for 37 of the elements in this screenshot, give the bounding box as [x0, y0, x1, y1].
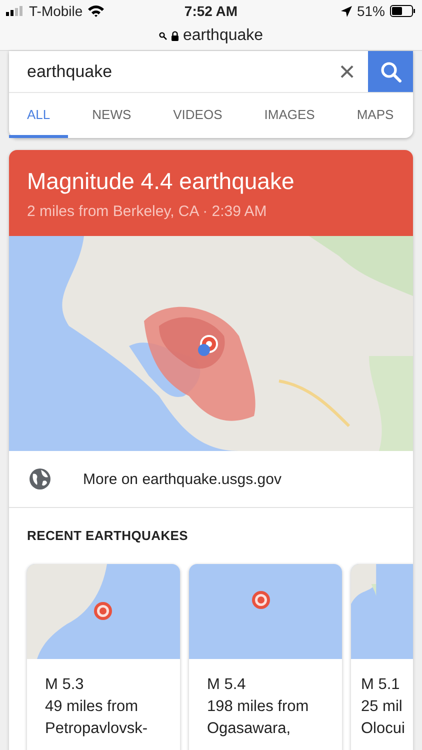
tab[interactable]: VIDEOS	[155, 93, 240, 138]
tab[interactable]: IMAGES	[246, 93, 333, 138]
section-heading: RECENT EARTHQUAKES	[27, 528, 190, 543]
distance-text: 198 miles from	[207, 698, 310, 716]
search-icon	[380, 60, 402, 82]
search-button[interactable]	[368, 51, 413, 92]
earthquake-card[interactable]: M 5.4 198 miles from Ogasawara,	[189, 564, 342, 750]
clock-time: 7:52 AM	[184, 3, 238, 19]
tab[interactable]: NEWS	[74, 93, 150, 138]
search-field[interactable]: earthquake	[9, 51, 326, 92]
distance-text: 49 miles from	[45, 698, 140, 716]
distance-text: 25 mil	[361, 698, 404, 716]
carrier-name: T-Mobile	[29, 3, 83, 19]
search-box[interactable]: earthquake × ALL NEWS VIDEOS IMAGES MAPS	[9, 51, 413, 138]
search-icon	[158, 32, 167, 40]
clear-button[interactable]: ×	[326, 51, 368, 92]
magnitude: M 5.1	[361, 676, 401, 694]
location-arrow-icon	[340, 6, 352, 16]
distance-text: Petropavlovsk-	[45, 720, 149, 738]
tab[interactable]: ALL	[9, 93, 68, 138]
address-text[interactable]: earthquake	[182, 27, 264, 45]
wifi-icon	[88, 5, 104, 17]
source-link[interactable]: More on earthquake.usgs.gov	[83, 470, 282, 488]
signal-icon	[6, 6, 24, 16]
distance-text: Ogasawara,	[207, 720, 292, 738]
magnitude: M 5.4	[207, 676, 247, 694]
globe-icon	[29, 468, 51, 490]
result-title: Magnitude 4.4 earthquake	[27, 168, 296, 195]
result-subtitle: 2 miles from Berkeley, CA · 2:39 AM	[27, 203, 268, 220]
magnitude: M 5.3	[45, 676, 85, 694]
battery-icon	[390, 5, 416, 17]
tab[interactable]: MAPS	[338, 93, 412, 138]
lock-icon	[170, 31, 179, 41]
earthquake-card[interactable]: M 5.1 25 mil Olocui	[351, 564, 413, 750]
earthquake-card[interactable]: M 5.3 49 miles from Petropavlovsk-	[27, 564, 180, 750]
distance-text: Olocui	[361, 720, 406, 738]
battery-percent: 51%	[356, 3, 385, 19]
